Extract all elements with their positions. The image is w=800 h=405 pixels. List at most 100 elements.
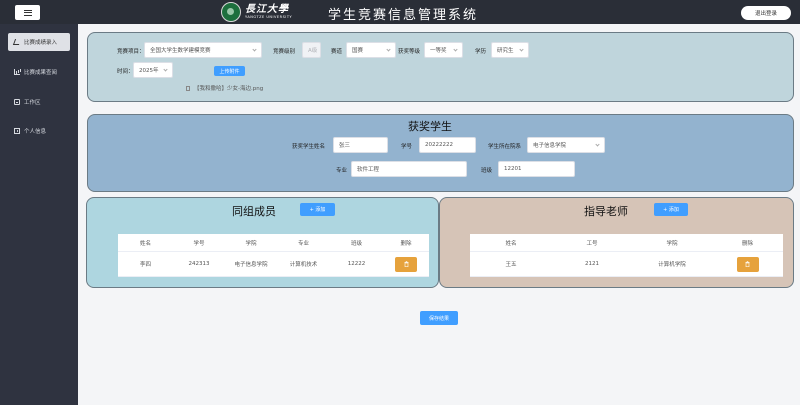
sidebar-item-label: 比赛成果查阅: [24, 70, 58, 76]
menu-toggle-button[interactable]: [15, 5, 40, 20]
trash-icon: [404, 261, 408, 267]
logo-text: 長江大學 YANGTZE UNIVERSITY: [245, 3, 293, 20]
advisor-table: 姓名 工号 学院 删除 王五 2121 计算机学院: [470, 234, 783, 277]
award-student-title: 获奖学生: [408, 120, 452, 133]
team-members-table: 姓名 学号 学院 专业 班级 删除 李四 242313 电子信息学院 计算机技术…: [118, 234, 429, 277]
workspace-icon: [14, 99, 20, 105]
sidebar-item-profile[interactable]: 个人信息: [8, 122, 70, 140]
student-name-input[interactable]: 张三: [333, 137, 388, 153]
track-label: 赛道: [331, 49, 343, 55]
university-logo: 長江大學 YANGTZE UNIVERSITY: [221, 2, 292, 22]
delete-member-button[interactable]: [395, 256, 417, 272]
table-row: 李四 242313 电子信息学院 计算机技术 12222: [118, 252, 429, 277]
award-level-value: 一等奖: [430, 48, 447, 54]
add-team-member-button[interactable]: + 添加: [300, 203, 335, 216]
time-label: 时间：: [117, 69, 134, 75]
column-header: 工号: [586, 240, 598, 247]
award-level-select[interactable]: 一等奖: [424, 42, 463, 58]
student-id-input[interactable]: 20222222: [419, 137, 476, 153]
advisor-id-cell: 2121: [585, 261, 599, 267]
column-header: 学号: [193, 240, 205, 247]
column-header: 班级: [350, 240, 362, 247]
major-value: 软件工程: [357, 167, 380, 173]
competition-level-field[interactable]: A级: [302, 42, 321, 58]
education-label: 学历: [475, 49, 487, 55]
logo-english-name: YANGTZE UNIVERSITY: [245, 14, 293, 19]
column-header: 专业: [297, 240, 309, 247]
chevron-down-icon: [453, 47, 458, 52]
chevron-down-icon: [386, 47, 391, 52]
save-results-button[interactable]: 保存结果: [420, 311, 458, 325]
sidebar-item-results-view[interactable]: 比赛成果查阅: [8, 63, 70, 81]
competition-project-value: 全国大学生数学建模竞赛: [150, 48, 211, 54]
table-row: 王五 2121 计算机学院: [470, 252, 783, 277]
student-college-value: 电子信息学院: [533, 143, 567, 149]
track-value: 国赛: [352, 48, 364, 54]
time-select[interactable]: 2025年: [133, 62, 173, 78]
student-name-value: 张三: [339, 143, 351, 149]
column-header: 学院: [666, 240, 678, 247]
advisor-delete-cell: [712, 252, 783, 276]
award-level-label: 获奖等级: [398, 49, 421, 55]
sidebar-item-label: 比赛成绩录入: [24, 40, 58, 46]
upload-attachment-button[interactable]: 上传附件: [214, 66, 245, 76]
education-select[interactable]: 研究生: [491, 42, 529, 58]
member-college-cell: 电子信息学院: [234, 262, 268, 268]
chevron-down-icon: [163, 67, 168, 72]
student-name-label: 获奖学生姓名: [292, 144, 326, 150]
advisor-college-cell: 计算机学院: [658, 262, 686, 268]
document-icon: [186, 85, 190, 91]
member-name-cell: 李四: [139, 262, 151, 268]
member-id-cell: 242313: [188, 261, 210, 267]
member-class-cell: 12222: [347, 261, 366, 267]
add-advisor-button[interactable]: + 添加: [654, 203, 688, 216]
sidebar-item-score-entry[interactable]: 比赛成绩录入: [8, 33, 70, 51]
major-input[interactable]: 软件工程: [351, 161, 467, 177]
logo-chinese-name: 長江大學: [245, 3, 289, 15]
uploaded-file[interactable]: 【我和撒哈】少女-海边.png: [186, 84, 263, 92]
uploaded-file-name: 【我和撒哈】少女-海边.png: [194, 86, 264, 92]
competition-level-label: 竞赛级别: [273, 49, 296, 55]
trash-icon: [745, 261, 750, 267]
university-seal-icon: [221, 2, 241, 22]
student-college-select[interactable]: 电子信息学院: [527, 137, 605, 153]
education-value: 研究生: [497, 48, 514, 54]
top-bar: 長江大學 YANGTZE UNIVERSITY 学生竞赛信息管理系统 退出登录: [0, 0, 800, 24]
class-value: 12201: [504, 166, 522, 172]
chevron-down-icon: [595, 142, 600, 147]
competition-project-select[interactable]: 全国大学生数学建模竞赛: [144, 42, 262, 58]
column-header: 学院: [245, 240, 257, 247]
column-header: 删除: [400, 240, 412, 247]
chevron-down-icon: [519, 47, 524, 52]
logout-button[interactable]: 退出登录: [741, 6, 791, 20]
table-header-row: 姓名 工号 学院 删除: [470, 234, 783, 252]
column-header: 姓名: [505, 240, 517, 247]
major-label: 专业: [336, 168, 348, 174]
sidebar-item-workspace[interactable]: 工作区: [8, 93, 70, 111]
sidebar: 比赛成绩录入 比赛成果查阅 工作区 个人信息: [0, 24, 78, 405]
competition-level-value: A级: [308, 48, 318, 54]
delete-advisor-button[interactable]: [736, 256, 759, 272]
sidebar-item-label: 工作区: [24, 100, 41, 106]
advisor-name-cell: 王五: [505, 262, 517, 268]
column-header: 删除: [741, 240, 753, 247]
column-header: 姓名: [139, 240, 151, 247]
competition-project-label: 竞赛项目：: [117, 49, 145, 55]
app-title: 学生竞赛信息管理系统: [328, 8, 479, 23]
pen-icon: [12, 39, 22, 45]
team-members-title: 同组成员: [232, 205, 276, 218]
chart-icon: [14, 69, 20, 75]
time-value: 2025年: [139, 68, 159, 74]
class-input[interactable]: 12201: [498, 161, 575, 177]
track-select[interactable]: 国赛: [346, 42, 396, 58]
class-label: 班级: [481, 168, 493, 174]
user-icon: [14, 128, 20, 134]
student-id-label: 学号: [401, 144, 413, 150]
student-college-label: 学生所在院系: [488, 144, 522, 150]
chevron-down-icon: [252, 47, 257, 52]
hamburger-icon: [23, 9, 32, 16]
student-id-value: 20222222: [425, 142, 453, 148]
table-header-row: 姓名 学号 学院 专业 班级 删除: [118, 234, 429, 252]
sidebar-item-label: 个人信息: [24, 129, 47, 135]
member-delete-cell: [383, 252, 429, 276]
